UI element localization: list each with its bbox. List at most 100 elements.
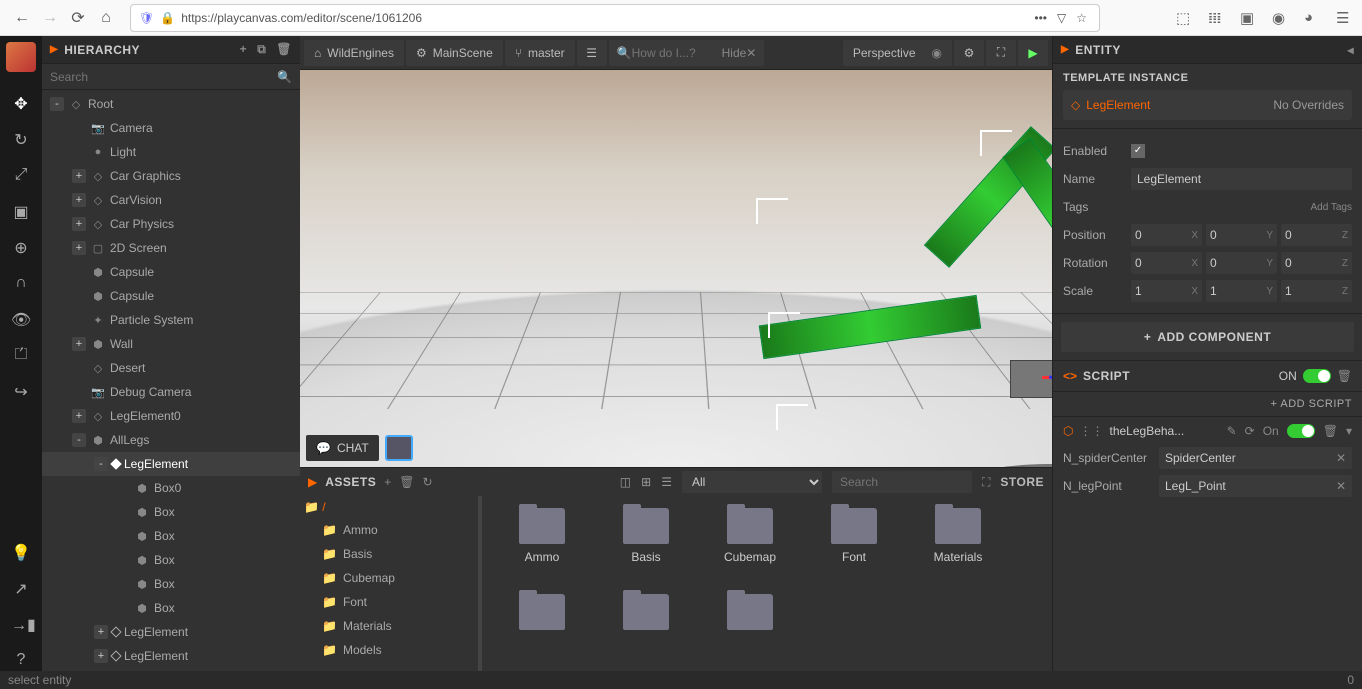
hierarchy-search-input[interactable] — [50, 70, 277, 84]
store-expand-icon[interactable]: ⛶ — [982, 475, 990, 490]
script-enable-toggle[interactable] — [1303, 369, 1331, 383]
tree-row[interactable]: +LegElement — [42, 620, 300, 644]
view-mode-button[interactable]: Perspective◉ — [843, 40, 952, 66]
close-icon[interactable]: ✕ — [746, 46, 756, 60]
redo-tool[interactable]: ↪ — [11, 382, 31, 402]
expand-toggle[interactable]: - — [50, 97, 64, 111]
clear-icon[interactable]: ✕ — [1336, 479, 1346, 493]
camera-preview[interactable] — [385, 435, 413, 461]
expand-toggle[interactable]: - — [72, 433, 86, 447]
rotate-tool[interactable]: ↻ — [11, 130, 31, 150]
add-tags-button[interactable]: Add Tags — [1310, 202, 1352, 213]
logo-icon[interactable] — [6, 42, 36, 72]
tree-row[interactable]: +▢2D Screen — [42, 236, 300, 260]
add-script-button[interactable]: + ADD SCRIPT — [1053, 392, 1362, 416]
refresh-button[interactable]: ↻ — [423, 475, 433, 489]
asset-folder[interactable]: Font — [802, 508, 906, 594]
pos-x[interactable] — [1135, 228, 1189, 242]
pos-z[interactable] — [1285, 228, 1340, 242]
name-field[interactable] — [1131, 168, 1352, 190]
asset-folder[interactable] — [594, 594, 698, 671]
expand-toggle[interactable]: + — [72, 409, 86, 423]
hierarchy-tree[interactable]: -◇Root📷Camera●Light+◇Car Graphics+◇CarVi… — [42, 90, 300, 671]
store-button[interactable]: STORE — [1000, 475, 1044, 489]
duplicate-button[interactable]: ⧉ — [257, 42, 266, 57]
reader-icon[interactable]: ▽ — [1057, 11, 1066, 25]
viewport[interactable]: 💬CHAT — [300, 70, 1052, 467]
attribute-field[interactable]: SpiderCenter✕ — [1159, 447, 1352, 469]
add-asset-button[interactable]: + — [384, 475, 391, 489]
attribute-field[interactable]: LegL_Point✕ — [1159, 475, 1352, 497]
list-button[interactable]: ☰ — [577, 40, 607, 66]
tree-row[interactable]: 📷Camera — [42, 116, 300, 140]
tree-row[interactable]: ⬢Capsule — [42, 260, 300, 284]
tree-row[interactable]: +◇CarVision — [42, 188, 300, 212]
resize-tool[interactable]: ▣ — [11, 202, 31, 222]
scale-tool[interactable]: ⤢ — [11, 166, 31, 186]
folder-row[interactable]: 📁Basis — [304, 542, 474, 566]
tree-row[interactable]: ⬢Box — [42, 524, 300, 548]
scene-button[interactable]: ⚙MainScene — [406, 40, 503, 66]
ext-icon[interactable]: ◕ — [1304, 9, 1322, 27]
pos-y[interactable] — [1210, 228, 1264, 242]
edit-script-button[interactable]: ✎ — [1227, 424, 1237, 438]
asset-filter[interactable]: All — [682, 471, 822, 493]
delete-script-button[interactable]: 🗑 — [1337, 369, 1352, 383]
tree-row[interactable]: ⬢Box — [42, 596, 300, 620]
folder-row[interactable]: 📁Cubemap — [304, 566, 474, 590]
clear-icon[interactable]: ✕ — [1336, 451, 1346, 465]
scl-z[interactable] — [1285, 284, 1340, 298]
drag-icon[interactable]: ⋮⋮ — [1079, 424, 1103, 438]
back-button[interactable]: ← — [8, 4, 36, 32]
tree-row[interactable]: +◇LegElement0 — [42, 404, 300, 428]
folder-row[interactable]: 📁Ammo — [304, 518, 474, 542]
tree-row[interactable]: -◇Root — [42, 92, 300, 116]
star-icon[interactable]: ☆ — [1076, 11, 1087, 25]
breadcrumb[interactable]: 📁 / — [304, 500, 474, 514]
menu-icon[interactable]: ☰ — [1336, 9, 1354, 27]
expand-toggle[interactable]: + — [72, 193, 86, 207]
expand-toggle[interactable]: + — [72, 217, 86, 231]
asset-folder[interactable]: Cubemap — [698, 508, 802, 594]
expand-toggle[interactable]: + — [72, 169, 86, 183]
tree-row[interactable]: +LegElement — [42, 644, 300, 668]
grid-small-icon[interactable]: ⊞ — [641, 475, 651, 489]
tree-row[interactable]: ⬢Box — [42, 500, 300, 524]
pocket-icon[interactable]: ⬚ — [1176, 9, 1194, 27]
expand-toggle[interactable]: - — [94, 457, 108, 471]
tree-row[interactable]: ◇Desert — [42, 356, 300, 380]
rot-y[interactable] — [1210, 256, 1264, 270]
world-tool[interactable]: ⊕ — [11, 238, 31, 258]
project-button[interactable]: ⌂WildEngines — [304, 40, 404, 66]
settings-button[interactable]: ⚙ — [954, 40, 984, 66]
tree-row[interactable]: ●Light — [42, 140, 300, 164]
asset-folder[interactable]: Materials — [906, 508, 1010, 594]
folder-row[interactable]: 📁Models — [304, 638, 474, 662]
code-tool[interactable]: →▮ — [11, 615, 31, 635]
enabled-checkbox[interactable]: ✓ — [1131, 144, 1145, 158]
forward-button[interactable]: → — [36, 4, 64, 32]
template-instance[interactable]: ◇ LegElement No Overrides — [1063, 90, 1352, 120]
frame-tool[interactable]: ⏍ — [11, 346, 31, 366]
tree-row[interactable]: +⬢Wall — [42, 332, 300, 356]
tree-row[interactable]: -LegElement — [42, 452, 300, 476]
account-icon[interactable]: ◉ — [1272, 9, 1290, 27]
list-view-icon[interactable]: ☰ — [661, 475, 672, 489]
expand-toggle[interactable]: + — [94, 649, 108, 663]
add-entity-button[interactable]: + — [240, 42, 248, 57]
assets-folder-tree[interactable]: 📁 / 📁Ammo📁Basis📁Cubemap📁Font📁Materials📁M… — [300, 496, 482, 671]
tree-row[interactable]: ⬢Box — [42, 548, 300, 572]
asset-folder[interactable]: Basis — [594, 508, 698, 594]
help-search-input[interactable] — [632, 46, 722, 60]
add-component-button[interactable]: +ADD COMPONENT — [1061, 322, 1354, 352]
play-button[interactable]: ▶ — [1018, 40, 1048, 66]
help-tool[interactable]: ? — [11, 651, 31, 671]
chevron-down-icon[interactable]: ▾ — [1346, 424, 1352, 438]
grid-large-icon[interactable]: ◫ — [620, 475, 631, 489]
chat-button[interactable]: 💬CHAT — [306, 435, 379, 461]
snap-tool[interactable]: ∩ — [11, 274, 31, 294]
script-item-toggle[interactable] — [1287, 424, 1315, 438]
reload-button[interactable]: ⟳ — [64, 4, 92, 32]
folder-row[interactable]: 📁Materials — [304, 614, 474, 638]
delete-button[interactable]: 🗑 — [276, 42, 292, 57]
